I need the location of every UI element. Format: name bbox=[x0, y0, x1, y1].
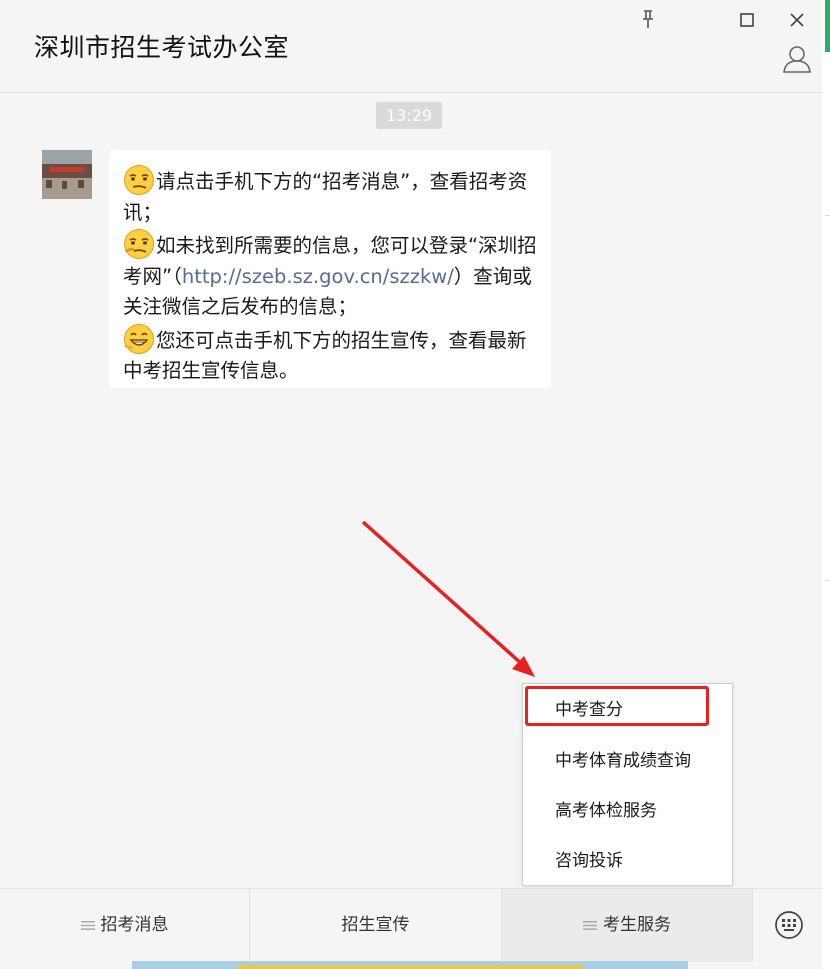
edge-accent bbox=[825, 0, 830, 52]
message-bubble: 请点击手机下方的“招考消息”，查看招考资讯； 如未找到所需要的信息，您可以登录“… bbox=[109, 150, 551, 388]
maximize-icon[interactable] bbox=[735, 8, 759, 32]
menu-item-gaokao-physical-exam[interactable]: 高考体检服务 bbox=[523, 791, 732, 831]
smirk-emoji-icon bbox=[123, 164, 155, 196]
menu-lines-icon bbox=[80, 921, 95, 930]
szzkw-link[interactable]: http://szeb.sz.gov.cn/szzkw/ bbox=[182, 265, 454, 288]
annotation-arrow bbox=[361, 520, 535, 677]
grin-emoji-icon bbox=[123, 323, 155, 355]
keyboard-icon[interactable] bbox=[772, 907, 806, 943]
tab-admission-promo[interactable]: 招生宣传 bbox=[250, 889, 501, 962]
divider bbox=[825, 215, 830, 216]
tab-student-services[interactable]: 考生服务 bbox=[502, 889, 752, 962]
profile-icon[interactable] bbox=[781, 44, 813, 74]
message-timestamp: 13:29 bbox=[376, 102, 442, 129]
divider bbox=[752, 889, 753, 962]
highlight-box bbox=[525, 686, 709, 726]
message-line-1: 请点击手机下方的“招考消息”，查看招考资讯； bbox=[123, 170, 528, 224]
message-line-3: 您还可点击手机下方的招生宣传，查看最新中考招生宣传信息。 bbox=[123, 328, 527, 383]
pin-icon[interactable] bbox=[636, 8, 660, 32]
tab-exam-news[interactable]: 招考消息 bbox=[0, 889, 249, 962]
background-content-strip bbox=[132, 961, 688, 969]
tab-label: 招生宣传 bbox=[341, 915, 410, 935]
menu-item-complaints[interactable]: 咨询投诉 bbox=[523, 841, 732, 881]
chat-window: 深圳市招生考试办公室 13:29 请点击手机下方的“招考消息”，查看招考资讯； … bbox=[0, 0, 822, 969]
background-content-bar bbox=[238, 965, 584, 969]
chat-title: 深圳市招生考试办公室 bbox=[34, 33, 290, 62]
avatar[interactable] bbox=[42, 150, 92, 199]
divider bbox=[825, 580, 830, 581]
adjacent-window-edge bbox=[822, 0, 830, 969]
tab-label: 招考消息 bbox=[100, 915, 169, 935]
bottom-menu-bar: 招考消息 招生宣传 考生服务 bbox=[0, 888, 822, 962]
message-text: 请点击手机下方的“招考消息”，查看招考资讯； 如未找到所需要的信息，您可以登录“… bbox=[123, 164, 543, 387]
title-bar: 深圳市招生考试办公室 bbox=[0, 0, 822, 93]
close-icon[interactable] bbox=[785, 8, 809, 32]
menu-item-pe-score-query[interactable]: 中考体育成绩查询 bbox=[523, 741, 732, 781]
menu-lines-icon bbox=[583, 921, 597, 930]
tab-label: 考生服务 bbox=[603, 915, 671, 935]
smirk-emoji-icon bbox=[123, 228, 155, 260]
